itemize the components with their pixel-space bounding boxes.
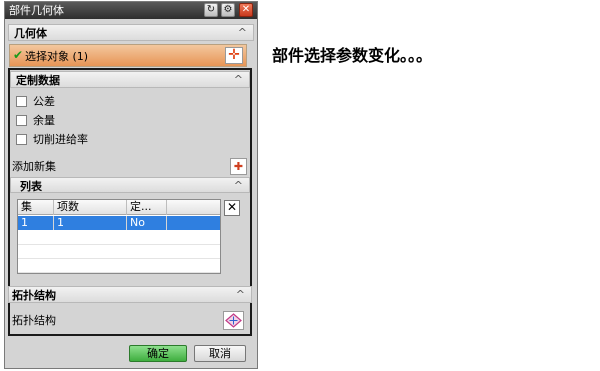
table-row[interactable]: 1 1 No [18,216,220,230]
settings-gear-icon[interactable]: ⚙ [221,3,235,17]
column-header-custom[interactable]: 定... [127,200,167,215]
cell-set: 1 [18,216,54,230]
cell-custom: No [127,216,167,230]
custom-data-section-header[interactable]: 定制数据 ^ [10,71,250,88]
geometry-section-header[interactable]: 几何体 ^ [8,24,254,41]
sets-list[interactable]: 集 项数 定... 1 1 No [17,199,221,274]
tolerance-label: 公差 [33,95,55,108]
ok-button[interactable]: 确定 [129,345,187,362]
reset-icon[interactable]: ↻ [204,3,218,17]
topology-structure-icon[interactable] [223,311,244,330]
cancel-button[interactable]: 取消 [194,345,246,362]
cell-count: 1 [54,216,127,230]
delete-x-icon[interactable]: ✕ [224,200,240,216]
list-section-label: 列表 [20,180,42,193]
add-new-set-icon[interactable]: ✚ [230,158,247,175]
feed-rate-checkbox[interactable] [16,134,27,145]
checkmark-icon: ✔ [13,48,24,62]
select-object-crosshair-icon[interactable]: ✛ [225,47,243,64]
annotation-text: 部件选择参数变化。。。 [272,46,433,65]
select-object-label: 选择对象 (1) [25,50,89,63]
add-new-set-label: 添加新集 [12,160,56,173]
grid-line [18,272,220,273]
collapse-caret-icon[interactable]: ^ [234,73,243,86]
column-header-set[interactable]: 集 [18,200,54,215]
dialog-title: 部件几何体 [9,4,64,17]
geometry-section-label: 几何体 [14,27,47,40]
list-section-header[interactable]: 列表 ^ [10,177,250,193]
allowance-label: 余量 [33,114,55,127]
close-icon[interactable]: ✕ [239,3,253,17]
topology-row-label: 拓扑结构 [12,314,56,327]
allowance-checkbox[interactable] [16,115,27,126]
topology-section-header[interactable]: 拓扑结构 ^ [8,286,252,303]
list-header: 集 项数 定... [18,200,220,215]
topology-section-label: 拓扑结构 [12,289,56,302]
column-header-blank [167,200,220,215]
tolerance-checkbox[interactable] [16,96,27,107]
column-header-count[interactable]: 项数 [54,200,127,215]
grid-line [18,258,220,259]
custom-data-label: 定制数据 [16,74,60,87]
grid-line [18,244,220,245]
title-bar[interactable]: 部件几何体 ↻ ⚙ ✕ [5,2,257,19]
topology-diamond-icon [225,313,242,328]
collapse-caret-icon[interactable]: ^ [234,179,243,192]
collapse-caret-icon[interactable]: ^ [238,26,247,39]
collapse-caret-icon[interactable]: ^ [236,288,245,301]
select-object-row[interactable]: ✔ 选择对象 (1) ✛ [9,44,247,67]
feed-rate-label: 切削进给率 [33,133,88,146]
